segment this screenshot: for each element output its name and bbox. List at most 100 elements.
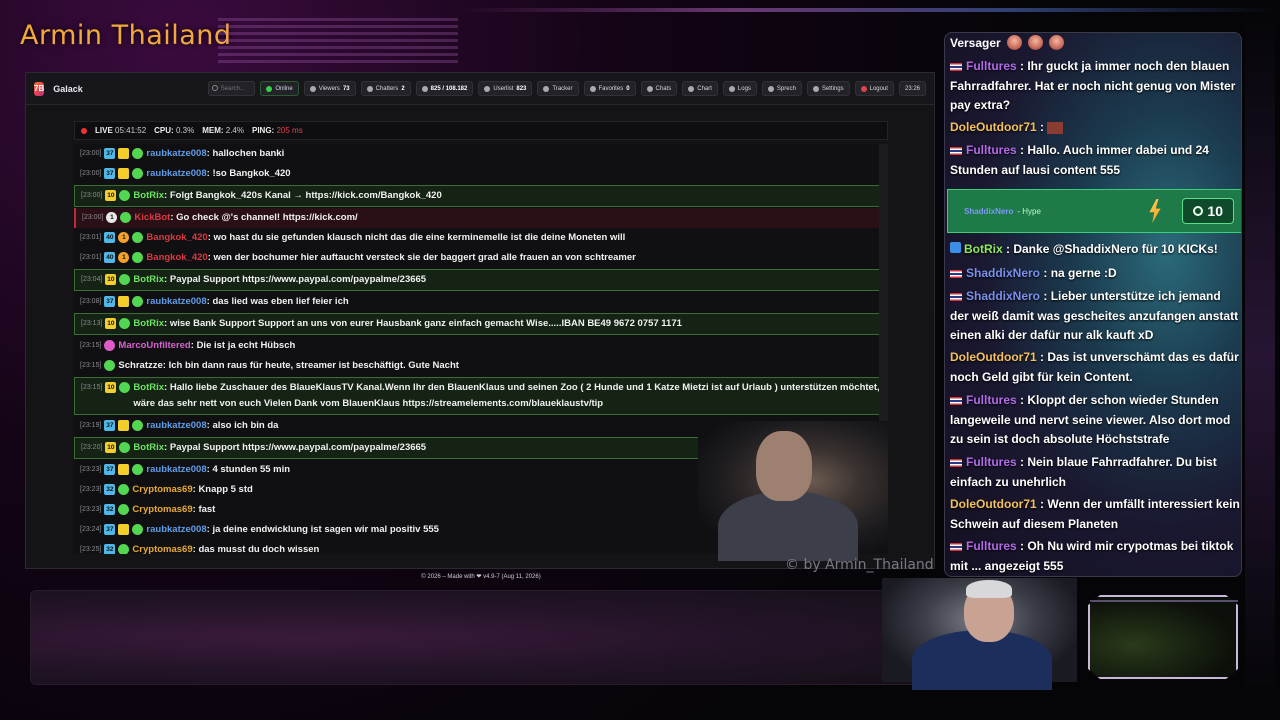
message-text: wo hast du sie gefunden klausch nicht da… xyxy=(213,232,626,243)
history-icon xyxy=(646,85,653,92)
hype-amount: 10 xyxy=(1182,198,1234,224)
top-glow-line xyxy=(460,8,1280,12)
user-badge-icon xyxy=(118,420,130,431)
sprech-button[interactable]: Sprech xyxy=(761,81,802,96)
message-username[interactable]: BotRix xyxy=(133,190,164,201)
message-username[interactable]: raubkatze008 xyxy=(146,420,206,431)
chat-message: [23:13] 10 BotRix: wise Bank Support Suppo… xyxy=(74,313,888,335)
flag-icon xyxy=(950,269,962,278)
message-username[interactable]: Cryptomas69 xyxy=(132,544,192,554)
message-username[interactable]: Cryptomas69 xyxy=(132,504,192,515)
viewers-button[interactable]: Viewers 73 xyxy=(303,81,356,96)
overlay-message: Fulltures : Nein blaue Fahrradfahrer. Du… xyxy=(950,453,1240,492)
user-badge-icon xyxy=(118,504,130,515)
message-text: !so Bangkok_420 xyxy=(212,168,291,179)
clock: 23:26 xyxy=(898,81,926,96)
message-body: Cryptomas69: fast xyxy=(132,502,215,518)
overlay-username: Fulltures xyxy=(966,393,1017,407)
flag-icon xyxy=(950,62,962,71)
userlist-button[interactable]: Userlist 823 xyxy=(478,81,533,96)
message-body: raubkatze008: also ich bin da xyxy=(146,418,278,434)
chart-button[interactable]: Chart xyxy=(682,81,718,96)
message-timestamp: [23:13] xyxy=(81,320,103,327)
ping-stat: PING: 205 ms xyxy=(251,126,303,135)
user-icon xyxy=(484,85,491,92)
message-username[interactable]: raubkatze008 xyxy=(146,464,206,475)
message-username[interactable]: raubkatze008 xyxy=(146,168,206,179)
frame-accent xyxy=(1090,600,1238,602)
message-text: wise Bank Support Support an uns von eur… xyxy=(169,318,682,329)
viewers-label: Viewers xyxy=(318,85,340,92)
messages-button[interactable]: 825 / 108.182 xyxy=(415,81,474,96)
message-username[interactable]: KickBot xyxy=(134,212,170,223)
overlay-username: BotRix xyxy=(964,242,1003,256)
user-badge-icon: 10 xyxy=(105,274,117,285)
user-badge-icon: 10 xyxy=(105,442,117,453)
decorative-frame xyxy=(1088,595,1238,679)
logs-button[interactable]: Logs xyxy=(722,81,757,96)
user-badge-icon xyxy=(132,296,144,307)
settings-button[interactable]: Settings xyxy=(806,81,850,96)
message-text: Go check @'s channel! https://kick.com/ xyxy=(176,212,358,223)
message-username[interactable]: BotRix xyxy=(133,442,164,453)
search-input[interactable]: Search... xyxy=(207,81,256,96)
overlay-message: DoleOutdoor71 : xyxy=(950,118,1240,138)
separator: : xyxy=(1016,539,1028,553)
emote-icon xyxy=(1006,35,1022,50)
status-bar: LIVE 05:41:52 CPU: 0.3% MEM: 2.4% PING: … xyxy=(74,121,888,140)
message-username[interactable]: MarcoUnfiltered xyxy=(118,340,190,351)
message-username[interactable]: BotRix xyxy=(133,274,164,285)
search-placeholder: Search... xyxy=(220,85,245,92)
message-text: Folgt Bangkok_420s Kanal → https://kick.… xyxy=(169,190,442,201)
message-username[interactable]: Schratzze xyxy=(118,360,162,371)
message-text: wen der bochumer hier auftaucht versteck… xyxy=(213,252,636,263)
user-badge-icon: 10 xyxy=(105,382,117,393)
message-timestamp: [23:01] xyxy=(80,234,102,241)
search-icon xyxy=(211,85,218,91)
message-username[interactable]: Cryptomas69 xyxy=(132,484,192,495)
overlay-header-label: Versager xyxy=(950,35,1001,50)
hype-amount-value: 10 xyxy=(1207,203,1223,219)
message-username[interactable]: Bangkok_420 xyxy=(146,252,207,263)
chatters-button[interactable]: Chatters 2 xyxy=(360,81,411,96)
message-username[interactable]: BotRix xyxy=(133,318,164,329)
user-badge-icon xyxy=(118,296,130,307)
overlay-message: Fulltures : Hallo. Auch immer dabei und … xyxy=(950,141,1240,180)
lightning-icon xyxy=(1149,199,1161,223)
online-button[interactable]: Online xyxy=(260,81,299,96)
message-body: BotRix: wise Bank Support Support an uns… xyxy=(133,316,681,332)
user-badge-icon xyxy=(104,360,116,371)
tracker-button[interactable]: Tracker xyxy=(537,81,579,96)
message-username[interactable]: Bangkok_420 xyxy=(146,232,207,243)
message-text: Paypal Support https://www.paypal.com/pa… xyxy=(169,442,427,453)
message-timestamp: [23:19] xyxy=(80,422,102,429)
message-username[interactable]: raubkatze008 xyxy=(146,148,206,159)
overlay-message: Fulltures : Oh Nu wird mir crypotmas bei… xyxy=(950,537,1240,576)
logout-button[interactable]: Logout xyxy=(854,81,894,96)
message-timestamp: [23:00] xyxy=(82,214,104,221)
chats-button[interactable]: Chats xyxy=(640,81,678,96)
favorites-label: Favorites xyxy=(598,85,624,92)
message-text: das musst du doch wissen xyxy=(198,544,320,554)
message-timestamp: [23:00] xyxy=(80,170,102,177)
user-badge-icon: 37 xyxy=(104,420,116,431)
app-toolbar: 7B Galack Search... Online Viewers 73 Cha… xyxy=(26,73,934,105)
user-badge-icon xyxy=(120,212,132,223)
star-icon xyxy=(589,85,596,92)
bot-badge-icon xyxy=(950,242,961,253)
message-username[interactable]: BotRix xyxy=(133,382,164,393)
watermark: © by Armin_Thailand xyxy=(785,557,934,573)
message-icon xyxy=(421,85,428,92)
flag-icon xyxy=(950,396,962,405)
users-icon xyxy=(366,85,373,92)
chatters-label: Chatters xyxy=(375,85,399,92)
message-text: Paypal Support https://www.paypal.com/pa… xyxy=(169,274,427,285)
message-username[interactable]: raubkatze008 xyxy=(146,296,206,307)
message-timestamp: [23:23] xyxy=(80,506,102,513)
chat-message: [23:08] 37 raubkatze008: das lied was eben… xyxy=(74,292,888,312)
user-badge-icon: 37 xyxy=(104,148,116,159)
message-username[interactable]: raubkatze008 xyxy=(146,524,206,535)
favorites-button[interactable]: Favorites 0 xyxy=(583,81,636,96)
overlay-username: DoleOutdoor71 xyxy=(950,350,1037,364)
separator: : xyxy=(1016,59,1028,73)
